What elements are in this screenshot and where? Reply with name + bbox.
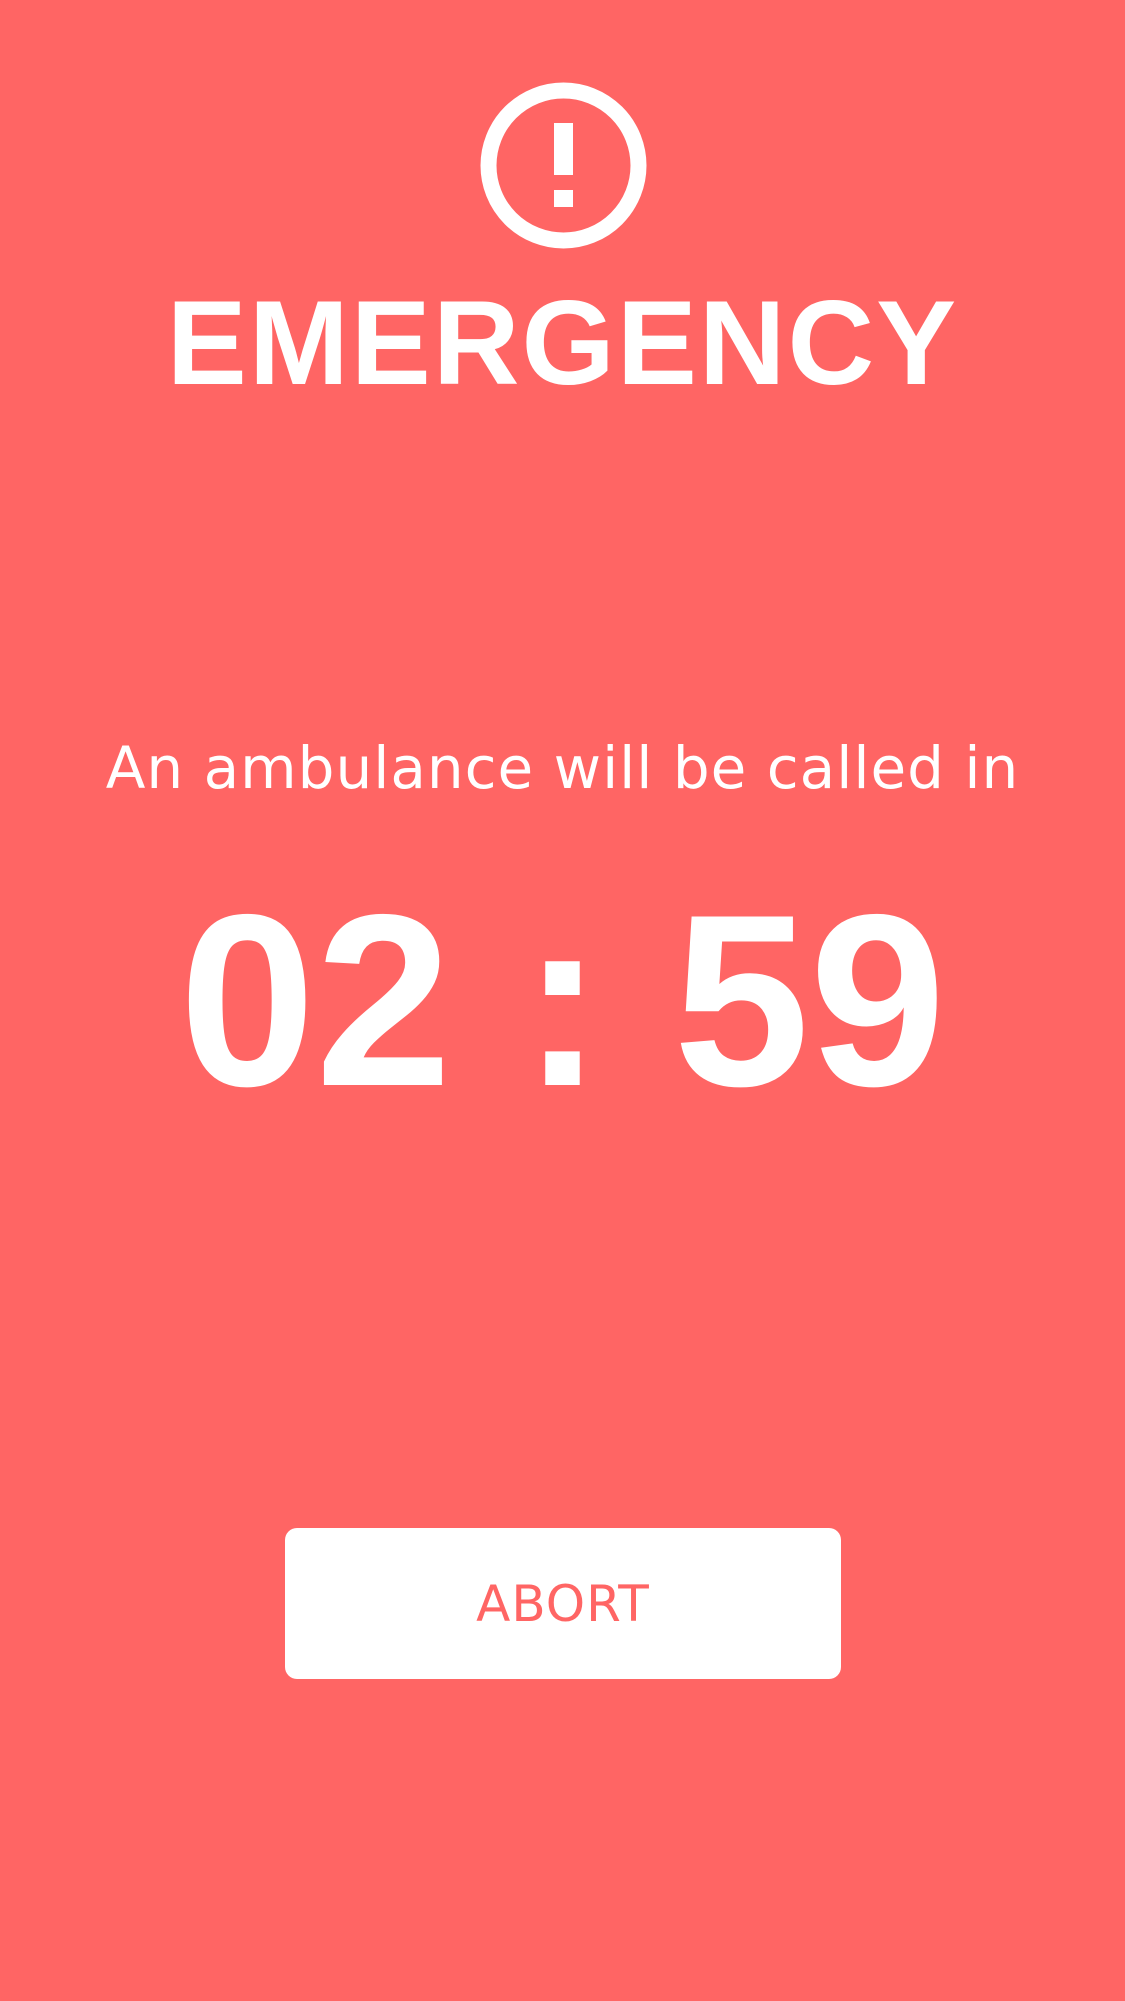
countdown-timer: 02:59 (0, 863, 1125, 1137)
countdown-separator: : (521, 863, 604, 1137)
abort-button[interactable]: ABORT (285, 1528, 841, 1679)
page-title: EMERGENCY (166, 276, 959, 410)
exclamation-circle-icon (479, 81, 648, 250)
countdown-minutes: 02 (179, 863, 452, 1137)
ambulance-message: An ambulance will be called in (105, 734, 1020, 802)
countdown-seconds: 59 (673, 863, 946, 1137)
